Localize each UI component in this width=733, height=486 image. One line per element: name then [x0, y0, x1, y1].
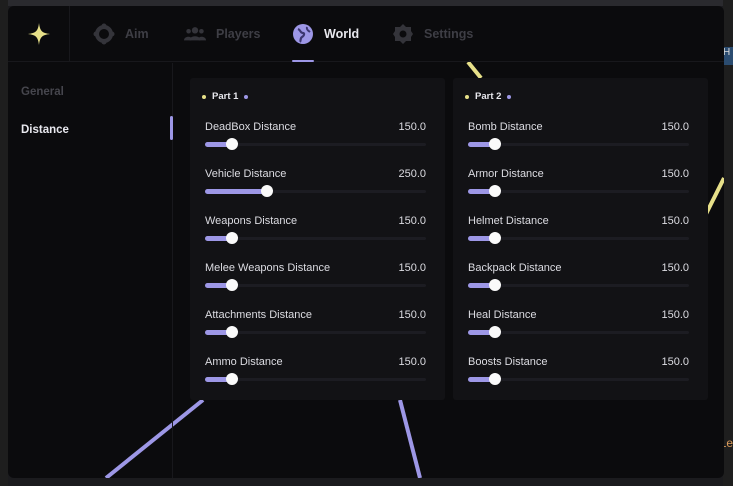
tab-aim-label: Aim — [125, 27, 149, 41]
slider-track[interactable] — [468, 138, 689, 150]
slider-track[interactable] — [205, 138, 426, 150]
slider-knob[interactable] — [488, 232, 501, 244]
slider-label: Boosts Distance — [468, 356, 548, 368]
dot-icon — [507, 94, 512, 99]
slider-track[interactable] — [205, 373, 426, 385]
slider-knob[interactable] — [225, 326, 238, 338]
globe-icon — [292, 23, 314, 45]
slider-label: Vehicle Distance — [205, 168, 287, 180]
panel-header: Part 2 — [465, 91, 512, 102]
gear-icon — [392, 23, 414, 45]
sidebar-item-distance[interactable]: Distance — [21, 124, 69, 136]
slider-label: Armor Distance — [468, 168, 544, 180]
users-icon — [184, 23, 206, 45]
slider-melee-weapons-distance: Melee Weapons Distance 150.0 — [205, 262, 426, 302]
slider-knob[interactable] — [260, 185, 273, 197]
slider-knob[interactable] — [488, 185, 501, 197]
slider-knob[interactable] — [225, 279, 238, 291]
tab-players-label: Players — [216, 27, 261, 41]
tab-aim[interactable]: Aim — [93, 6, 149, 62]
slider-weapons-distance: Weapons Distance 150.0 — [205, 215, 426, 255]
slider-label: Bomb Distance — [468, 121, 543, 133]
panel-part-1: Part 1 DeadBox Distance 150.0 Vehicle Dist… — [190, 78, 445, 400]
sparkle-logo-icon — [27, 23, 50, 45]
tab-settings[interactable]: Settings — [392, 6, 473, 62]
deco-line-yellow-top — [466, 60, 483, 80]
slider-value: 150.0 — [661, 309, 689, 321]
slider-attachments-distance: Attachments Distance 150.0 — [205, 309, 426, 349]
slider-knob[interactable] — [488, 138, 501, 150]
deco-line-purple-mid — [398, 399, 422, 478]
sidebar: General Distance — [8, 63, 173, 478]
sidebar-item-general[interactable]: General — [21, 86, 64, 98]
panel-header: Part 1 — [202, 91, 249, 102]
slider-track[interactable] — [205, 326, 426, 338]
slider-knob[interactable] — [488, 373, 501, 385]
slider-value: 150.0 — [398, 121, 426, 133]
slider-value: 150.0 — [661, 262, 689, 274]
panel-part-2: Part 2 Bomb Distance 150.0 Armor Distance 1… — [453, 78, 708, 400]
slider-track[interactable] — [205, 185, 426, 197]
active-tab-indicator — [292, 60, 314, 62]
slider-armor-distance: Armor Distance 150.0 — [468, 168, 689, 208]
slider-value: 150.0 — [398, 262, 426, 274]
slider-helmet-distance: Helmet Distance 150.0 — [468, 215, 689, 255]
slider-track[interactable] — [468, 279, 689, 291]
background-marker: H — [723, 47, 733, 65]
slider-label: Heal Distance — [468, 309, 537, 321]
dot-icon — [244, 94, 249, 99]
slider-track[interactable] — [468, 232, 689, 244]
dot-icon — [465, 94, 469, 99]
slider-knob[interactable] — [225, 138, 238, 150]
panel-title: Part 2 — [475, 91, 502, 102]
slider-heal-distance: Heal Distance 150.0 — [468, 309, 689, 349]
background-editor-right: H Le — [720, 0, 733, 486]
panel-title: Part 1 — [212, 91, 239, 102]
tab-world[interactable]: World — [292, 6, 359, 62]
gamepad-icon — [93, 23, 115, 45]
slider-value: 250.0 — [398, 168, 426, 180]
slider-knob[interactable] — [488, 279, 501, 291]
slider-knob[interactable] — [225, 232, 238, 244]
menu-window: Aim Players World Settings General Dista… — [8, 6, 724, 478]
slider-label: Melee Weapons Distance — [205, 262, 331, 274]
slider-boosts-distance: Boosts Distance 150.0 — [468, 356, 689, 396]
slider-label: Ammo Distance — [205, 356, 283, 368]
slider-ammo-distance: Ammo Distance 150.0 — [205, 356, 426, 396]
top-navigation: Aim Players World Settings — [8, 6, 724, 62]
slider-label: DeadBox Distance — [205, 121, 297, 133]
slider-value: 150.0 — [661, 356, 689, 368]
slider-value: 150.0 — [398, 356, 426, 368]
slider-knob[interactable] — [488, 326, 501, 338]
logo — [8, 6, 70, 62]
slider-label: Backpack Distance — [468, 262, 562, 274]
slider-value: 150.0 — [661, 215, 689, 227]
slider-value: 150.0 — [398, 215, 426, 227]
slider-label: Weapons Distance — [205, 215, 298, 227]
tab-players[interactable]: Players — [184, 6, 260, 62]
slider-deadbox-distance: DeadBox Distance 150.0 — [205, 121, 426, 161]
slider-backpack-distance: Backpack Distance 150.0 — [468, 262, 689, 302]
tab-settings-label: Settings — [424, 27, 474, 41]
slider-label: Helmet Distance — [468, 215, 549, 227]
slider-track[interactable] — [468, 185, 689, 197]
background-editor-gutter — [0, 0, 8, 486]
dot-icon — [202, 94, 206, 99]
slider-bomb-distance: Bomb Distance 150.0 — [468, 121, 689, 161]
slider-track[interactable] — [468, 373, 689, 385]
slider-value: 150.0 — [398, 309, 426, 321]
slider-track[interactable] — [205, 279, 426, 291]
slider-label: Attachments Distance — [205, 309, 312, 321]
slider-vehicle-distance: Vehicle Distance 250.0 — [205, 168, 426, 208]
slider-value: 150.0 — [661, 121, 689, 133]
slider-track[interactable] — [205, 232, 426, 244]
sidebar-active-indicator — [170, 116, 173, 140]
slider-value: 150.0 — [661, 168, 689, 180]
slider-fill — [205, 189, 267, 194]
tab-world-label: World — [324, 27, 360, 41]
slider-knob[interactable] — [225, 373, 238, 385]
slider-track[interactable] — [468, 326, 689, 338]
